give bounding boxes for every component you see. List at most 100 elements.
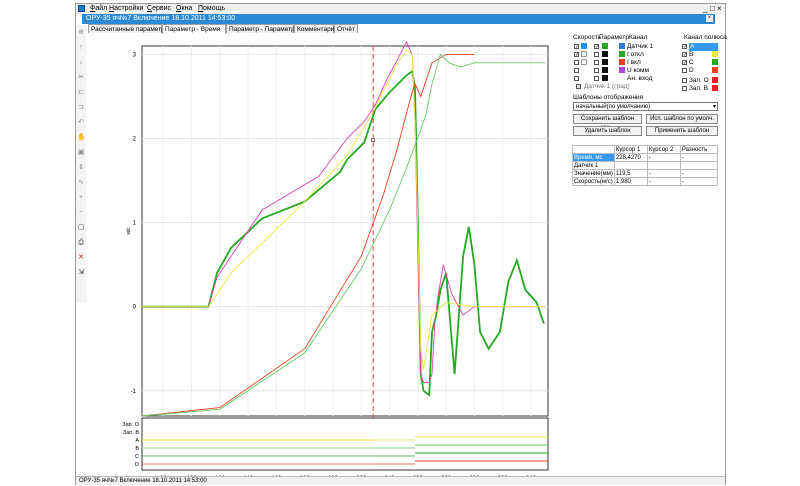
param-checkbox-4[interactable] — [594, 68, 599, 73]
template-select-value: начальный(по умолчанию) — [576, 104, 651, 110]
tab-comment[interactable]: Комментарий — [294, 24, 338, 33]
param-checkbox-2[interactable] — [594, 52, 599, 57]
digital-panel-frame — [141, 417, 549, 471]
templates-label: Шаблоны отображения — [573, 94, 644, 101]
digital-channel-label: B — [135, 446, 139, 452]
pole-checkbox-a[interactable]: ✓ — [682, 44, 687, 50]
channel-label-3: I вкл — [627, 59, 641, 66]
menu-service[interactable]: Сервис — [147, 5, 171, 13]
param-color-swatch-5[interactable] — [602, 75, 608, 81]
pole-channel-column-label: Канал полюса — [684, 34, 727, 41]
menu-windows[interactable]: Окна — [176, 5, 192, 13]
param-checkbox-5[interactable] — [594, 76, 599, 81]
app-icon — [78, 5, 85, 12]
channel-label-5: Ан. вход — [627, 75, 653, 82]
y-tick-label: 1 — [133, 221, 137, 227]
speed-checkbox-3[interactable] — [574, 60, 579, 65]
table-row[interactable]: Значение(мм) 119,5 - - — [572, 169, 719, 178]
cursor-table-header-cell: Курсор 2 — [646, 145, 681, 154]
zap-b-checkbox[interactable] — [682, 86, 687, 91]
speed-checkbox-4[interactable] — [574, 68, 579, 73]
table-cell — [613, 161, 648, 170]
pole-label-b: B — [689, 51, 694, 58]
tab-param-param[interactable]: Параметр - Параметр — [226, 24, 295, 33]
plot-area: 3210-1м/сЗап. ОЗап. BABCD801001201401601… — [76, 34, 576, 486]
param-column-label: Параметр — [599, 34, 629, 41]
table-cell: - — [679, 169, 719, 178]
pole-checkbox-b[interactable]: ✓ — [682, 52, 687, 58]
y-tick-label: -1 — [131, 389, 137, 395]
app-window: Файл Настройки Сервис Окна Помощь _ □ × … — [75, 3, 727, 486]
table-cell: - — [646, 177, 681, 186]
cursor-table: Курсор 1 Курсор 2 Разность Время, мс 228… — [572, 145, 719, 186]
sensor-degree-label: Датчик 1 (град) — [584, 83, 630, 90]
menu-bar: Файл Настройки Сервис Окна Помощь _ □ × — [76, 4, 725, 14]
menu-file[interactable]: Файл — [90, 5, 107, 13]
delete-template-button[interactable]: Удалить шаблон — [573, 126, 642, 136]
use-default-template-button[interactable]: Исп. шаблон по умолч. — [646, 114, 718, 124]
speed-checkbox-5[interactable] — [574, 76, 579, 81]
speed-checkbox-2[interactable]: ✓ — [574, 52, 579, 58]
param-color-swatch-4[interactable] — [602, 67, 608, 73]
close-icon[interactable]: × — [717, 4, 722, 13]
channel-color-swatch-4 — [619, 67, 625, 73]
channel-label-2: I откл — [627, 51, 644, 58]
tab-report[interactable]: Отчёт — [334, 24, 358, 33]
pole-label-c: C — [689, 59, 694, 66]
table-cell: - — [679, 153, 719, 162]
y-tick-label: 0 — [133, 305, 137, 311]
menu-help[interactable]: Помощь — [198, 5, 225, 13]
channel-column-label: Канал — [629, 34, 648, 41]
param-checkbox-1[interactable]: ✓ — [594, 44, 599, 50]
param-color-swatch-3[interactable] — [602, 59, 608, 65]
table-cell: - — [679, 177, 719, 186]
restore-icon[interactable]: □ — [710, 4, 715, 13]
channel-label-4: U комм — [627, 67, 649, 74]
cursor-table-header-cell: Разность — [679, 145, 719, 154]
table-row[interactable]: Датчик 1 — [572, 161, 719, 170]
channel-color-swatch-2 — [619, 51, 625, 57]
digital-channel-label: A — [135, 438, 139, 444]
table-cell: 228,4270 — [613, 153, 648, 162]
digital-channel-label: Зап. B — [123, 430, 139, 436]
template-select[interactable]: начальный(по умолчанию) ▾ — [573, 102, 718, 111]
table-row[interactable]: Время, мс 228,4270 - - — [572, 153, 719, 162]
table-row[interactable]: Скорость(м/с) 1,980 - - — [572, 177, 719, 186]
table-cell: - — [646, 153, 681, 162]
zap-o-checkbox[interactable] — [682, 78, 687, 83]
digital-channel-label: C — [135, 454, 139, 460]
tab-calculated-params[interactable]: Рассчитанные параметры — [88, 24, 169, 33]
table-cell: Датчик 1 — [572, 161, 615, 170]
chart-svg[interactable]: 3210-1м/сЗап. ОЗап. BABCD801001201401601… — [76, 34, 576, 486]
param-color-swatch-1[interactable] — [602, 43, 608, 49]
pole-checkbox-c[interactable]: ✓ — [682, 60, 687, 66]
zap-o-label: Зап. О — [689, 77, 709, 84]
speed-checkbox-1[interactable]: ✓ — [574, 44, 579, 50]
table-cell — [679, 161, 719, 170]
save-template-button[interactable]: Сохранить шаблон как... — [573, 114, 642, 131]
document-close-icon[interactable]: × — [706, 15, 713, 22]
channel-color-swatch-3 — [619, 59, 625, 65]
table-cell: Время, мс — [572, 153, 615, 162]
y-tick-label: 3 — [133, 52, 137, 58]
pole-color-swatch-b — [712, 51, 718, 57]
digital-channel-label: Зап. О — [122, 422, 139, 428]
right-panel: Скорость Параметр Канал Канал полюса ✓ ✓… — [572, 34, 727, 474]
chevron-down-icon[interactable]: ▾ — [713, 103, 716, 111]
tab-param-time[interactable]: Параметр - Время — [162, 24, 226, 34]
pole-color-swatch-d — [712, 67, 718, 73]
param-color-swatch-2[interactable] — [602, 51, 608, 57]
param-checkbox-3[interactable] — [594, 60, 599, 65]
sensor-degree-checkbox[interactable] — [576, 84, 581, 89]
table-cell: 119,5 — [613, 169, 648, 178]
menu-settings[interactable]: Настройки — [109, 5, 143, 13]
minimize-icon[interactable]: _ — [703, 4, 707, 13]
table-cell: 1,980 — [613, 177, 648, 186]
apply-template-button[interactable]: Применить шаблон — [646, 126, 718, 136]
speed-color-swatch-3[interactable] — [581, 59, 587, 65]
cursor-table-header-cell: Курсор 1 — [613, 145, 648, 154]
speed-color-swatch-2[interactable] — [581, 51, 587, 57]
pole-label-a[interactable]: A — [689, 43, 718, 51]
pole-checkbox-d[interactable] — [682, 68, 687, 73]
speed-color-swatch-1[interactable] — [581, 43, 587, 49]
